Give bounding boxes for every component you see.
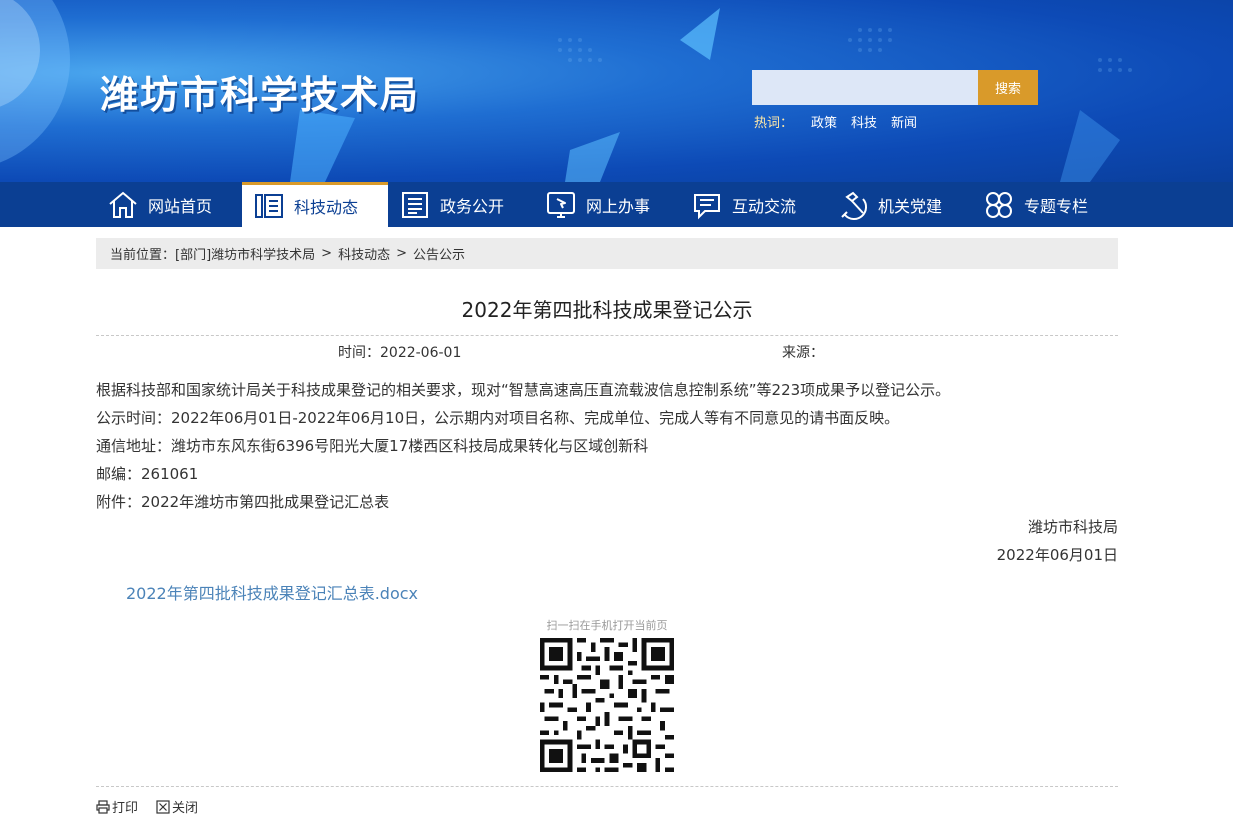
nav-item-gov-affairs[interactable]: 政务公开: [388, 182, 534, 227]
nav-item-label: 机关党建: [878, 196, 943, 216]
nav-item-label: 网上办事: [586, 196, 651, 216]
document-icon: [398, 188, 432, 222]
article-sign-date: 2022年06月01日: [996, 546, 1118, 564]
search-input[interactable]: [752, 70, 978, 105]
nav-item-special-topics[interactable]: 专题专栏: [972, 182, 1118, 227]
article-paragraph: 公示时间：2022年06月01日-2022年06月10日，公示期内对项目名称、完…: [96, 409, 900, 427]
close-icon: [156, 799, 170, 814]
nav-item-label: 科技动态: [294, 198, 359, 217]
search-box: 搜索: [752, 70, 1038, 105]
print-button[interactable]: 打印: [96, 797, 138, 816]
breadcrumb-link[interactable]: [部门]潍坊市科学技术局: [175, 244, 315, 263]
divider: [96, 335, 1118, 336]
header-banner: 潍坊市科学技术局 搜索 热词： 政策 科技 新闻: [0, 0, 1233, 182]
breadcrumb-separator: >: [396, 246, 407, 261]
hot-words-label: 热词：: [754, 116, 794, 131]
monitor-cursor-icon: [544, 188, 578, 222]
nav-item-party-building[interactable]: 机关党建: [826, 182, 972, 227]
nav-item-online-service[interactable]: 网上办事: [534, 182, 680, 227]
article-source: 来源：: [782, 345, 824, 361]
clover-icon: [982, 188, 1016, 222]
article-paragraph: 邮编：261061: [96, 465, 199, 483]
breadcrumb-separator: >: [321, 246, 333, 261]
chat-icon: [690, 188, 724, 222]
printer-icon: [96, 799, 110, 814]
article-paragraph: 通信地址：潍坊市东风东街6396号阳光大厦17楼西区科技局成果转化与区域创新科: [96, 437, 649, 455]
breadcrumb-link[interactable]: 公告公示: [413, 244, 465, 263]
nav-item-label: 网站首页: [148, 196, 213, 216]
page-tools: 打印 关闭: [96, 797, 198, 816]
print-label: 打印: [112, 801, 139, 816]
hot-word-link[interactable]: 政策: [811, 112, 837, 131]
article-body: 根据科技部和国家统计局关于科技成果登记的相关要求，现对“智慧高速高压直流载波信息…: [96, 376, 1118, 516]
search-button[interactable]: 搜索: [978, 70, 1038, 105]
article-title: 2022年第四批科技成果登记公示: [461, 298, 753, 322]
article-time: 时间：2022-06-01: [338, 345, 462, 361]
home-icon: [106, 188, 140, 222]
qr-code-icon: [540, 638, 674, 772]
breadcrumb-link[interactable]: 科技动态: [338, 244, 390, 263]
close-label: 关闭: [172, 801, 199, 816]
main-nav: 网站首页 科技动态 政务公开 网上办事 互动交流 机关党建 专题专栏: [0, 182, 1233, 227]
nav-item-label: 政务公开: [440, 196, 505, 216]
breadcrumb-label: 当前位置：: [110, 248, 176, 263]
hot-word-link[interactable]: 科技: [851, 112, 877, 131]
news-list-icon: [252, 189, 286, 223]
hot-word-link[interactable]: 新闻: [891, 112, 917, 131]
attachment-link[interactable]: 2022年第四批科技成果登记汇总表.docx: [126, 580, 418, 604]
divider: [96, 786, 1118, 787]
article-signature: 潍坊市科技局: [1027, 518, 1118, 536]
nav-item-interaction[interactable]: 互动交流: [680, 182, 826, 227]
nav-item-label: 互动交流: [732, 196, 797, 216]
close-button[interactable]: 关闭: [156, 797, 198, 816]
nav-item-label: 专题专栏: [1024, 196, 1089, 216]
article-paragraph: 附件：2022年潍坊市第四批成果登记汇总表: [96, 493, 390, 511]
site-title: 潍坊市科学技术局: [100, 73, 421, 117]
nav-item-home[interactable]: 网站首页: [96, 182, 242, 227]
breadcrumb: 当前位置： [部门]潍坊市科学技术局 > 科技动态 > 公告公示: [96, 238, 1118, 269]
qr-caption: 扫一扫在手机打开当前页: [546, 619, 668, 632]
nav-item-tech-news[interactable]: 科技动态: [242, 182, 388, 227]
hot-words: 热词： 政策 科技 新闻: [754, 112, 917, 131]
hammer-sickle-icon: [836, 188, 870, 222]
article-paragraph: 根据科技部和国家统计局关于科技成果登记的相关要求，现对“智慧高速高压直流载波信息…: [96, 381, 951, 399]
